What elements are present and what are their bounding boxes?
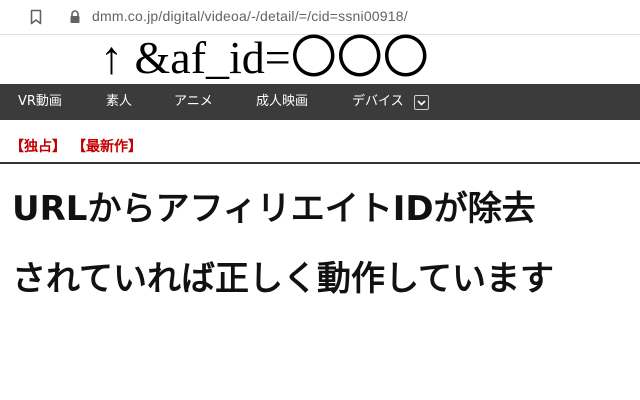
nav-item-vr[interactable]: VR動画 (18, 84, 62, 120)
lock-icon (70, 10, 80, 23)
tag-exclusive[interactable]: 【独占】 (10, 136, 66, 156)
nav-item-anime[interactable]: アニメ (174, 84, 213, 120)
tag-list: 【独占】 【最新作】 (10, 136, 148, 158)
browser-address-bar: dmm.co.jp/digital/videoa/-/detail/=/cid=… (0, 0, 640, 35)
category-nav: VR動画 素人 アニメ 成人映画 デバイス (0, 84, 640, 120)
nav-item-amateur[interactable]: 素人 (106, 84, 132, 120)
chevron-down-icon (417, 99, 426, 106)
url-text[interactable]: dmm.co.jp/digital/videoa/-/detail/=/cid=… (92, 8, 408, 24)
bookmark-button[interactable] (26, 7, 46, 27)
annotation-text: ↑ &af_id=〇〇〇 (100, 32, 429, 83)
divider (0, 162, 640, 164)
nav-item-adult-film[interactable]: 成人映画 (256, 84, 308, 120)
page: dmm.co.jp/digital/videoa/-/detail/=/cid=… (0, 0, 640, 400)
nav-dropdown-toggle[interactable] (414, 95, 429, 110)
bookmark-icon (30, 9, 42, 25)
headline-line-1: URLからアフィリエイトIDが除去 (12, 189, 536, 229)
headline-line-2: されていれば正しく動作しています (12, 259, 554, 299)
tag-newest[interactable]: 【最新作】 (72, 136, 142, 156)
nav-item-device[interactable]: デバイス (352, 84, 404, 120)
page-title: URLからアフィリエイトIDが除去 されていれば正しく動作しています (12, 180, 632, 320)
